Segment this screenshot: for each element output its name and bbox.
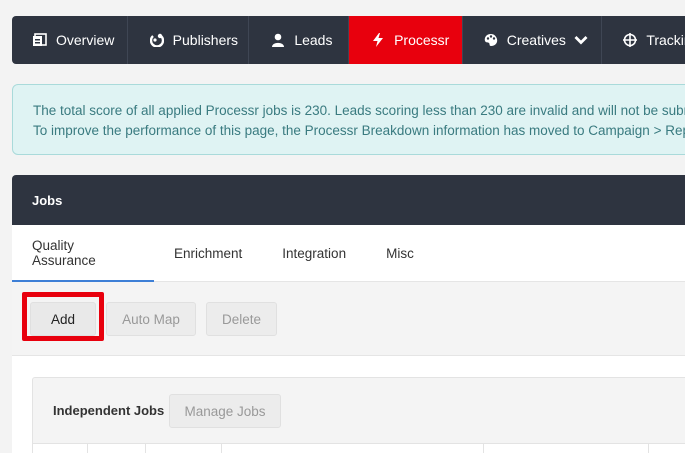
palette-icon [483,32,499,48]
independent-jobs-panel: Independent Jobs Manage Jobs [32,377,685,447]
tab-misc[interactable]: Misc [366,225,434,281]
nav-label: Publishers [172,32,239,48]
alert-line-score: The total score of all applied Processr … [33,103,685,118]
nav-item-processr[interactable]: Processr [349,16,463,64]
tab-label: Integration [282,245,347,261]
nav-label: Tracking [646,32,685,48]
card-title: Jobs [32,192,63,208]
jobs-toolbar: Add Auto Map Delete [12,282,685,356]
tab-integration[interactable]: Integration [262,225,366,281]
column-divider [483,444,484,453]
jobs-card: Jobs Quality Assurance Enrichment Integr… [12,175,685,453]
add-button[interactable]: Add [30,302,96,336]
nav-item-leads[interactable]: Leads [249,16,350,64]
column-divider [221,444,222,453]
delete-button[interactable]: Delete [206,302,277,336]
alert-line-performance: To improve the performance of this page,… [33,123,685,138]
independent-jobs-title: Independent Jobs [53,403,165,418]
nav-item-overview[interactable]: Overview [12,16,128,64]
tab-label: Enrichment [174,245,243,261]
auto-map-button[interactable]: Auto Map [106,302,196,336]
nav-item-publishers[interactable]: Publishers [128,16,250,64]
bolt-icon [370,32,386,48]
tab-label: Misc [386,245,414,261]
nav-label: Overview [56,32,115,48]
nav-label: Creatives [506,32,566,48]
column-divider [648,444,649,453]
column-divider [87,444,88,453]
crosshair-icon [622,32,638,48]
jobs-tabs: Quality Assurance Enrichment Integration… [12,225,685,282]
nav-label: Leads [294,32,333,48]
info-alert: The total score of all applied Processr … [12,84,685,155]
nav-item-creatives[interactable]: Creatives [463,16,603,64]
nav-label: Processr [394,32,450,48]
tab-enrichment[interactable]: Enrichment [154,225,262,281]
user-icon [270,32,286,48]
tab-label: Quality Assurance [32,238,96,268]
jobs-table-header [32,443,685,453]
nav-item-tracking[interactable]: Tracking [602,16,685,64]
chevron-down-icon [574,35,588,45]
publishers-icon [149,32,165,48]
jobs-card-header: Jobs [12,175,685,225]
tab-quality-assurance[interactable]: Quality Assurance [12,225,154,282]
manage-jobs-button[interactable]: Manage Jobs [169,394,281,428]
dashboard-icon [32,32,48,48]
top-navigation: Overview Publishers Leads Processr Creat… [12,16,685,64]
column-divider [145,444,146,453]
